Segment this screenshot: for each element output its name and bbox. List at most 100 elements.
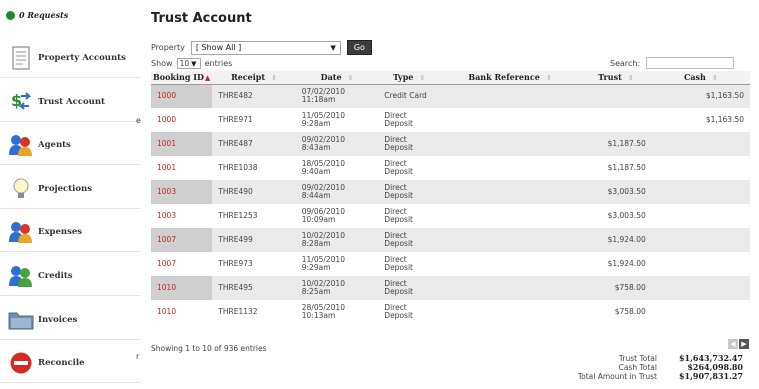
sidebar-item-label: Property Accounts <box>38 52 126 63</box>
booking-id-link[interactable]: 1000 <box>151 108 213 132</box>
date-cell: 09/02/2010 8:43am <box>295 132 379 156</box>
column-header-date[interactable]: Date ⇕ <box>295 71 379 85</box>
sidebar-item-label: Reconcile <box>38 357 85 368</box>
booking-id-link[interactable]: 1001 <box>151 156 213 180</box>
booking-id-link[interactable]: 1003 <box>151 180 213 204</box>
sidebar-item-expenses[interactable]: Expenses <box>0 212 140 252</box>
type-cell: Direct Deposit <box>378 180 440 204</box>
table-info: Showing 1 to 10 of 936 entries <box>151 344 267 353</box>
type-cell: Direct Deposit <box>378 276 440 300</box>
sort-icon: ⇕ <box>419 73 426 83</box>
column-header-receipt[interactable]: Receipt ⇕ <box>212 71 296 85</box>
table-header-row: Booking ID▲ Receipt ⇕ Date ⇕ Type ⇕ Bank Re… <box>151 71 750 85</box>
table-row[interactable]: 1003 THRE490 09/02/2010 8:44am Direct Deposit… <box>151 180 750 204</box>
bank-reference-cell <box>439 300 581 324</box>
sidebar-item-reconcile[interactable]: Reconcile <box>0 343 140 383</box>
sidebar: 0 Requests Property Accounts $ Trust Acc… <box>0 0 140 389</box>
cash-cell <box>651 180 750 204</box>
bank-reference-cell <box>439 180 581 204</box>
sidebar-item-invoices[interactable]: Invoices <box>0 300 140 340</box>
caret-down-icon: ▼ <box>330 43 336 52</box>
trust-cell: $3,003.50 <box>580 204 652 228</box>
property-filter: Property [ Show All ] ▼ Go <box>151 40 372 55</box>
sort-icon: ⇕ <box>711 73 718 83</box>
trust-total-label: Trust Total <box>618 354 657 363</box>
receipt-cell: THRE971 <box>212 108 296 132</box>
requests-label: 0 Requests <box>19 10 69 20</box>
sidebar-item-credits[interactable]: Credits <box>0 256 140 296</box>
no-entry-icon <box>8 350 34 376</box>
type-cell: Direct Deposit <box>378 204 440 228</box>
search-label: Search: <box>610 58 641 68</box>
booking-id-link[interactable]: 1010 <box>151 276 213 300</box>
type-cell: Direct Deposit <box>378 156 440 180</box>
booking-id-link[interactable]: 1007 <box>151 252 213 276</box>
trust-cell <box>580 84 652 108</box>
document-icon <box>8 45 34 71</box>
previous-page-button[interactable]: ◀ <box>728 339 738 349</box>
sidebar-item-projections[interactable]: Projections <box>0 169 140 209</box>
property-label: Property <box>151 43 185 52</box>
date-cell: 11/05/2010 9:28am <box>295 108 379 132</box>
edge-text-fragment: e <box>136 116 141 125</box>
cash-cell <box>651 132 750 156</box>
next-page-button[interactable]: ▶ <box>739 339 749 349</box>
date-cell: 07/02/2010 11:18am <box>295 84 379 108</box>
booking-id-link[interactable]: 1010 <box>151 300 213 324</box>
show-label: Show <box>151 59 173 68</box>
lightbulb-icon <box>8 176 34 202</box>
people-icon <box>8 263 34 289</box>
type-cell: Direct Deposit <box>378 300 440 324</box>
table-row[interactable]: 1000 THRE971 11/05/2010 9:28am Direct Deposit… <box>151 108 750 132</box>
edge-text-fragment: r <box>136 352 140 361</box>
column-header-cash[interactable]: Cash ⇕ <box>651 71 750 85</box>
receipt-cell: THRE495 <box>212 276 296 300</box>
cash-cell <box>651 228 750 252</box>
column-header-bank-reference[interactable]: Bank Reference ⇕ <box>439 71 581 85</box>
column-header-type[interactable]: Type ⇕ <box>378 71 440 85</box>
table-row[interactable]: 1003 THRE1253 09/06/2010 10:09am Direct Depos… <box>151 204 750 228</box>
entries-select[interactable]: 10 ▼ <box>176 58 201 69</box>
table-row[interactable]: 1000 THRE482 07/02/2010 11:18am Credit Card $… <box>151 84 750 108</box>
people-icon <box>8 132 34 158</box>
table-row[interactable]: 1010 THRE495 10/02/2010 8:25am Direct Deposit… <box>151 276 750 300</box>
sidebar-item-agents[interactable]: Agents <box>0 125 140 165</box>
receipt-cell: THRE499 <box>212 228 296 252</box>
trust-cell: $1,187.50 <box>580 132 652 156</box>
column-header-booking-id[interactable]: Booking ID▲ <box>151 71 213 85</box>
table-row[interactable]: 1007 THRE973 11/05/2010 9:29am Direct Deposit… <box>151 252 750 276</box>
total-in-trust-value: $1,907,831.27 <box>678 371 743 381</box>
table-row[interactable]: 1010 THRE1132 28/05/2010 10:13am Direct Depos… <box>151 300 750 324</box>
trust-cell: $758.00 <box>580 276 652 300</box>
column-header-trust[interactable]: Trust ⇕ <box>580 71 652 85</box>
receipt-cell: THRE973 <box>212 252 296 276</box>
search-input[interactable] <box>646 57 735 69</box>
status-dot-icon <box>6 10 15 20</box>
booking-id-link[interactable]: 1003 <box>151 204 213 228</box>
cash-cell <box>651 276 750 300</box>
receipt-cell: THRE482 <box>212 84 296 108</box>
sidebar-item-label: Invoices <box>38 314 78 325</box>
cash-cell <box>651 156 750 180</box>
booking-id-link[interactable]: 1001 <box>151 132 213 156</box>
type-cell: Direct Deposit <box>378 132 440 156</box>
trust-table: Booking ID▲ Receipt ⇕ Date ⇕ Type ⇕ Bank Re… <box>151 71 750 324</box>
booking-id-link[interactable]: 1000 <box>151 84 213 108</box>
trust-cell <box>580 108 652 132</box>
go-button[interactable]: Go <box>346 40 372 55</box>
table-row[interactable]: 1007 THRE499 10/02/2010 8:28am Direct Deposit… <box>151 228 750 252</box>
table-row[interactable]: 1001 THRE1038 18/05/2010 9:40am Direct Deposi… <box>151 156 750 180</box>
cash-cell <box>651 252 750 276</box>
sidebar-item-label: Projections <box>38 183 92 194</box>
sort-icon: ⇕ <box>271 73 277 83</box>
sort-icon: ⇕ <box>545 73 552 83</box>
sidebar-item-trust-account[interactable]: $ Trust Account <box>0 82 140 122</box>
trust-cell: $1,924.00 <box>580 228 652 252</box>
table-row[interactable]: 1001 THRE487 09/02/2010 8:43am Direct Deposit… <box>151 132 750 156</box>
requests-status[interactable]: 0 Requests <box>6 10 68 20</box>
booking-id-link[interactable]: 1007 <box>151 228 213 252</box>
main-content: Trust Account Property [ Show All ] ▼ Go… <box>151 0 751 389</box>
property-select[interactable]: [ Show All ] ▼ <box>190 40 341 55</box>
sidebar-item-property-accounts[interactable]: Property Accounts <box>0 38 140 78</box>
bank-reference-cell <box>439 108 581 132</box>
